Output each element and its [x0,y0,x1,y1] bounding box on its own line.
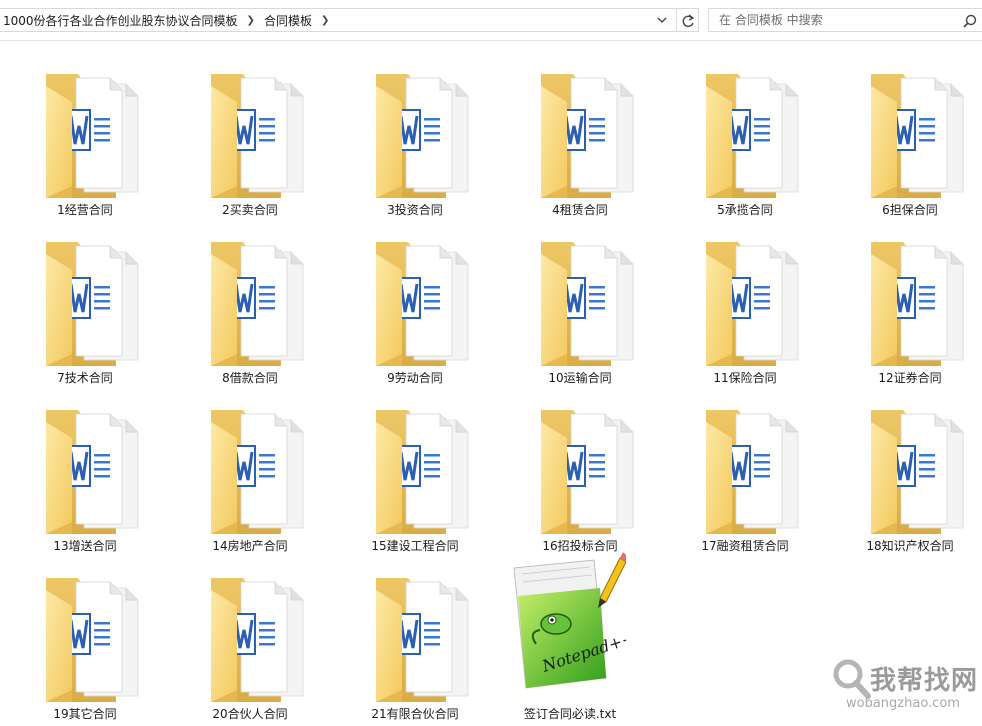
item-label: 17融资租赁合同 [701,539,789,553]
folder-item[interactable]: 12证券合同 [835,216,982,385]
folder-item[interactable]: 19其它合同 [10,552,160,721]
folder-word-icon [865,404,969,536]
folder-word-icon [40,404,144,536]
item-label: 21有限合伙合同 [371,707,459,721]
folder-word-icon [700,68,804,200]
folder-item[interactable]: 21有限合伙合同 [340,552,490,721]
folder-word-icon [370,236,474,368]
file-item[interactable]: Notepad++ 签订合同必读.txt [480,552,660,721]
folder-item[interactable]: 6担保合同 [835,48,982,217]
folder-item[interactable]: 17融资租赁合同 [670,384,820,553]
folder-item[interactable]: 10运输合同 [505,216,655,385]
watermark-url: wobangzhao.com [846,696,960,711]
folder-item[interactable]: 1经营合同 [10,48,160,217]
search-box[interactable] [708,8,982,32]
folder-word-icon [535,68,639,200]
file-grid: 1经营合同 2买卖合同 3投资合同 4租赁合同 5承揽合同 6担保合同 7技术合… [0,40,982,726]
item-label: 18知识产权合同 [866,539,954,553]
address-bar: 1000份各行各业合作创业股东协议合同模板 ❯ 合同模板 ❯ [0,0,982,41]
folder-item[interactable]: 5承揽合同 [670,48,820,217]
breadcrumb-separator-icon[interactable]: ❯ [315,15,335,26]
watermark: 我帮找网 wobangzhao.com [828,650,978,720]
folder-item[interactable]: 16招投标合同 [505,384,655,553]
folder-item[interactable]: 2买卖合同 [175,48,325,217]
notepad-plus-plus-icon: Notepad++ [513,552,626,689]
refresh-icon [682,14,695,28]
breadcrumb-current[interactable]: 合同模板 [261,12,315,29]
folder-word-icon [40,236,144,368]
item-label: 20合伙人合同 [212,707,288,721]
folder-word-icon [370,572,474,704]
folder-item[interactable]: 18知识产权合同 [835,384,982,553]
folder-word-icon [700,236,804,368]
item-label: 签订合同必读.txt [523,707,617,721]
refresh-button[interactable] [677,8,699,32]
search-icon[interactable] [962,13,978,29]
folder-word-icon [205,404,309,536]
breadcrumb-separator-icon[interactable]: ❯ [241,15,261,26]
folder-item[interactable]: 9劳动合同 [340,216,490,385]
folder-word-icon [865,236,969,368]
folder-word-icon [700,404,804,536]
folder-item[interactable]: 7技术合同 [10,216,160,385]
folder-word-icon [205,572,309,704]
folder-item[interactable]: 15建设工程合同 [340,384,490,553]
breadcrumb-root[interactable]: 1000份各行各业合作创业股东协议合同模板 [0,12,241,29]
folder-item[interactable]: 8借款合同 [175,216,325,385]
folder-word-icon [535,404,639,536]
address-field[interactable]: 1000份各行各业合作创业股东协议合同模板 ❯ 合同模板 ❯ [0,8,677,32]
folder-word-icon [370,68,474,200]
chevron-down-icon[interactable] [656,13,668,27]
folder-word-icon [40,572,144,704]
folder-item[interactable]: 4租赁合同 [505,48,655,217]
item-label: 19其它合同 [53,707,117,721]
folder-word-icon [40,68,144,200]
folder-word-icon [535,236,639,368]
folder-item[interactable]: 11保险合同 [670,216,820,385]
folder-item[interactable]: 3投资合同 [340,48,490,217]
folder-item[interactable]: 14房地产合同 [175,384,325,553]
watermark-text: 我帮找网 [870,666,979,696]
folder-item[interactable]: 20合伙人合同 [175,552,325,721]
folder-item[interactable]: 13增送合同 [10,384,160,553]
folder-word-icon [370,404,474,536]
folder-word-icon [865,68,969,200]
folder-word-icon [205,236,309,368]
search-input[interactable] [709,12,961,28]
folder-word-icon [205,68,309,200]
